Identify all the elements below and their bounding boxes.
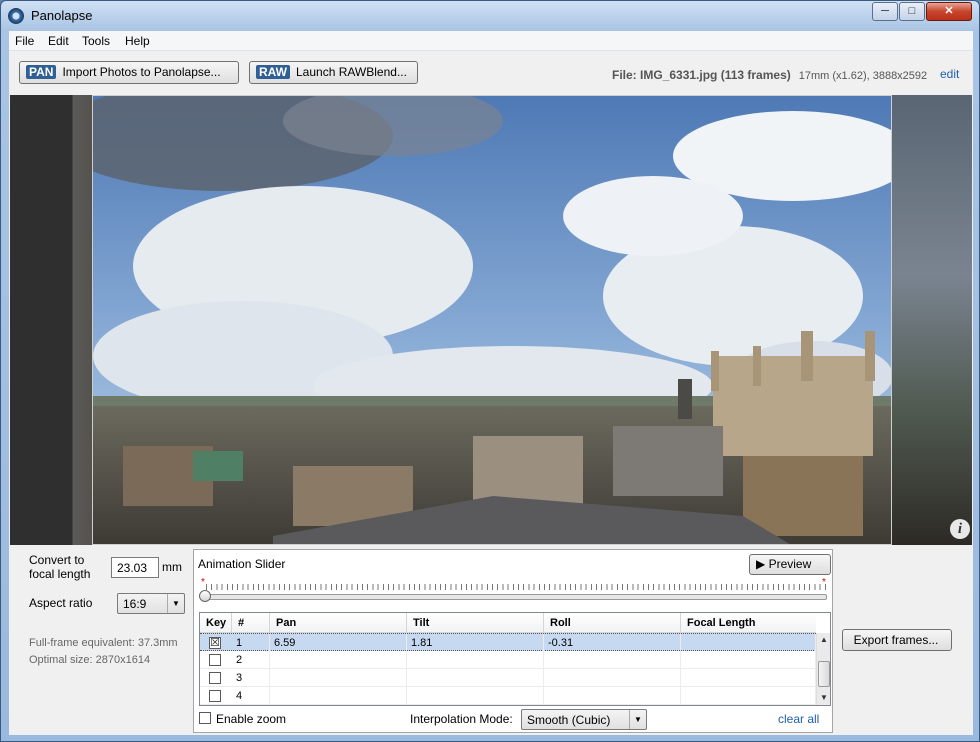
menu-help[interactable]: Help bbox=[125, 34, 150, 48]
chevron-down-icon: ▼ bbox=[629, 710, 646, 729]
table-scrollbar[interactable]: ▲ ▼ bbox=[816, 633, 830, 705]
roll-cell[interactable]: -0.31 bbox=[544, 634, 681, 652]
title-bar[interactable]: Panolapse ─ □ ✕ bbox=[1, 1, 979, 31]
animation-slider-track[interactable] bbox=[205, 594, 827, 600]
launch-rawblend-label: Launch RAWBlend... bbox=[296, 65, 407, 79]
edit-link[interactable]: edit bbox=[940, 67, 959, 81]
pan-tag: PAN bbox=[26, 65, 57, 79]
animation-slider-title: Animation Slider bbox=[198, 557, 286, 571]
row-number: 1 bbox=[232, 634, 270, 652]
pan-cell[interactable] bbox=[270, 687, 407, 705]
panolapse-logo-icon bbox=[8, 8, 24, 24]
file-name: File: IMG_6331.jpg (113 frames) bbox=[612, 68, 791, 82]
export-frames-button[interactable]: Export frames... bbox=[842, 629, 952, 651]
table-row[interactable]: 3 bbox=[200, 669, 816, 687]
panorama-crop-frame[interactable] bbox=[92, 95, 892, 545]
tilt-cell[interactable]: 1.81 bbox=[407, 634, 544, 652]
file-info: File: IMG_6331.jpg (113 frames) 17mm (x1.… bbox=[612, 68, 927, 82]
column-focal-length[interactable]: Focal Length bbox=[681, 613, 816, 633]
table-row[interactable]: ☒ 1 6.59 1.81 -0.31 bbox=[200, 633, 816, 652]
chevron-down-icon: ▼ bbox=[167, 594, 184, 613]
column-roll[interactable]: Roll bbox=[544, 613, 681, 633]
tilt-cell[interactable] bbox=[407, 651, 544, 669]
clear-all-link[interactable]: clear all bbox=[778, 712, 819, 726]
app-window: Panolapse ─ □ ✕ File Edit Tools Help PAN… bbox=[0, 0, 980, 742]
pan-cell[interactable]: 6.59 bbox=[270, 634, 407, 652]
focal-length-input[interactable]: 23.03 bbox=[111, 557, 159, 578]
focal-length-cell[interactable] bbox=[681, 687, 816, 705]
column-number[interactable]: # bbox=[232, 613, 270, 633]
tilt-cell[interactable] bbox=[407, 687, 544, 705]
focal-length-cell[interactable] bbox=[681, 634, 816, 652]
row-number: 2 bbox=[232, 651, 270, 669]
pan-cell[interactable] bbox=[270, 669, 407, 687]
roll-cell[interactable] bbox=[544, 651, 681, 669]
raw-tag: RAW bbox=[256, 65, 290, 79]
column-tilt[interactable]: Tilt bbox=[407, 613, 544, 633]
slider-ticks bbox=[206, 584, 826, 590]
roll-cell[interactable] bbox=[544, 687, 681, 705]
interpolation-mode-select[interactable]: Smooth (Cubic) ▼ bbox=[521, 709, 647, 730]
enable-zoom-checkbox[interactable] bbox=[199, 712, 211, 724]
lens-info: 17mm (x1.62), 3888x2592 bbox=[798, 70, 928, 82]
row-number: 3 bbox=[232, 669, 270, 687]
interpolation-mode-label: Interpolation Mode: bbox=[410, 712, 513, 726]
animation-slider-thumb[interactable] bbox=[199, 590, 211, 602]
keyframe-table: Key # Pan Tilt Roll Focal Length ☒ 1 6.5… bbox=[199, 612, 831, 706]
enable-zoom-label: Enable zoom bbox=[216, 712, 287, 726]
launch-rawblend-button[interactable]: RAW Launch RAWBlend... bbox=[249, 61, 418, 84]
scrollbar-thumb[interactable] bbox=[818, 661, 830, 687]
interpolation-mode-value: Smooth (Cubic) bbox=[527, 713, 611, 727]
key-checkbox[interactable] bbox=[209, 690, 221, 702]
focal-length-cell[interactable] bbox=[681, 669, 816, 687]
preview-button[interactable]: ▶ Preview bbox=[749, 554, 831, 575]
aspect-ratio-label: Aspect ratio bbox=[29, 596, 93, 610]
window-title: Panolapse bbox=[31, 8, 93, 23]
main-client-area: File Edit Tools Help PAN Import Photos to… bbox=[9, 31, 973, 735]
table-row[interactable]: 2 bbox=[200, 651, 816, 669]
scroll-up-icon[interactable]: ▲ bbox=[817, 633, 830, 647]
column-key[interactable]: Key bbox=[200, 613, 232, 633]
focal-length-label: Convert to focal length bbox=[29, 553, 91, 581]
table-header: Key # Pan Tilt Roll Focal Length bbox=[200, 613, 816, 633]
menu-tools[interactable]: Tools bbox=[82, 34, 110, 48]
table-row[interactable]: 4 bbox=[200, 687, 816, 705]
scroll-down-icon[interactable]: ▼ bbox=[817, 691, 830, 705]
maximize-button[interactable]: □ bbox=[899, 2, 925, 21]
key-checkbox[interactable] bbox=[209, 672, 221, 684]
import-photos-button[interactable]: PAN Import Photos to Panolapse... bbox=[19, 61, 239, 84]
focal-unit-label: mm bbox=[162, 560, 182, 574]
animation-slider-panel: Animation Slider ▶ Preview * * Key # Pan… bbox=[193, 549, 833, 733]
minimize-button[interactable]: ─ bbox=[872, 2, 898, 21]
start-keyframe-marker: * bbox=[201, 577, 205, 588]
aspect-ratio-value: 16:9 bbox=[123, 597, 147, 611]
focal-length-cell[interactable] bbox=[681, 651, 816, 669]
menu-bar: File Edit Tools Help bbox=[9, 31, 973, 51]
info-icon[interactable]: i bbox=[950, 519, 970, 539]
panorama-dimmed-right bbox=[892, 95, 972, 545]
preview-label: Preview bbox=[768, 557, 812, 571]
aspect-ratio-select[interactable]: 16:9 ▼ bbox=[117, 593, 185, 614]
roll-cell[interactable] bbox=[544, 669, 681, 687]
fullframe-equivalent: Full-frame equivalent: 37.3mm bbox=[29, 637, 178, 649]
panorama-dimmed-left bbox=[10, 95, 92, 545]
close-button[interactable]: ✕ bbox=[926, 2, 972, 21]
optimal-size: Optimal size: 2870x1614 bbox=[29, 654, 151, 666]
tilt-cell[interactable] bbox=[407, 669, 544, 687]
key-checkbox[interactable] bbox=[209, 654, 221, 666]
play-icon: ▶ bbox=[756, 557, 766, 571]
menu-file[interactable]: File bbox=[15, 34, 34, 48]
row-number: 4 bbox=[232, 687, 270, 705]
panorama-viewport[interactable]: i bbox=[10, 95, 972, 545]
column-pan[interactable]: Pan bbox=[270, 613, 407, 633]
key-checkbox[interactable]: ☒ bbox=[209, 637, 221, 649]
import-photos-label: Import Photos to Panolapse... bbox=[62, 65, 221, 79]
cityscape-photo bbox=[93, 96, 891, 544]
pan-cell[interactable] bbox=[270, 651, 407, 669]
menu-edit[interactable]: Edit bbox=[48, 34, 69, 48]
